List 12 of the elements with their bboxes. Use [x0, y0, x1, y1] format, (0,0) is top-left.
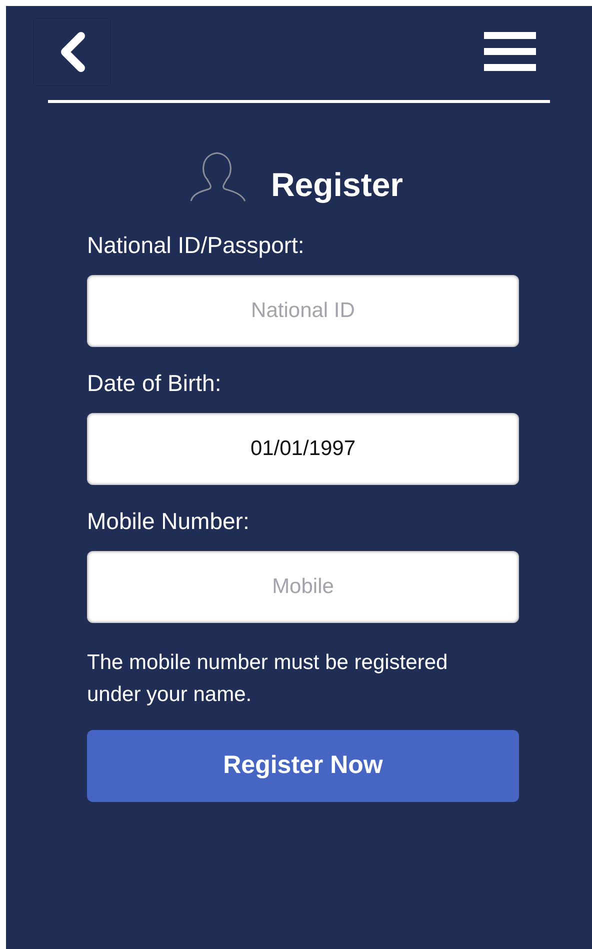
page-title: Register	[270, 168, 404, 203]
back-button[interactable]	[33, 18, 111, 86]
register-now-button[interactable]: Register Now	[87, 730, 519, 802]
input-field[interactable]: 01/01/1997	[87, 413, 519, 485]
field-label: National ID/Passport:	[87, 231, 306, 259]
menu-icon	[484, 31, 536, 73]
input-field[interactable]: Mobile	[87, 551, 519, 623]
field-label: Date of Birth:	[87, 369, 222, 397]
mobile-note: The mobile number must be registered under your name.	[87, 650, 449, 708]
field-label: Mobile Number:	[87, 507, 250, 535]
menu-button[interactable]	[484, 30, 536, 74]
input-field[interactable]: National ID	[87, 275, 519, 347]
